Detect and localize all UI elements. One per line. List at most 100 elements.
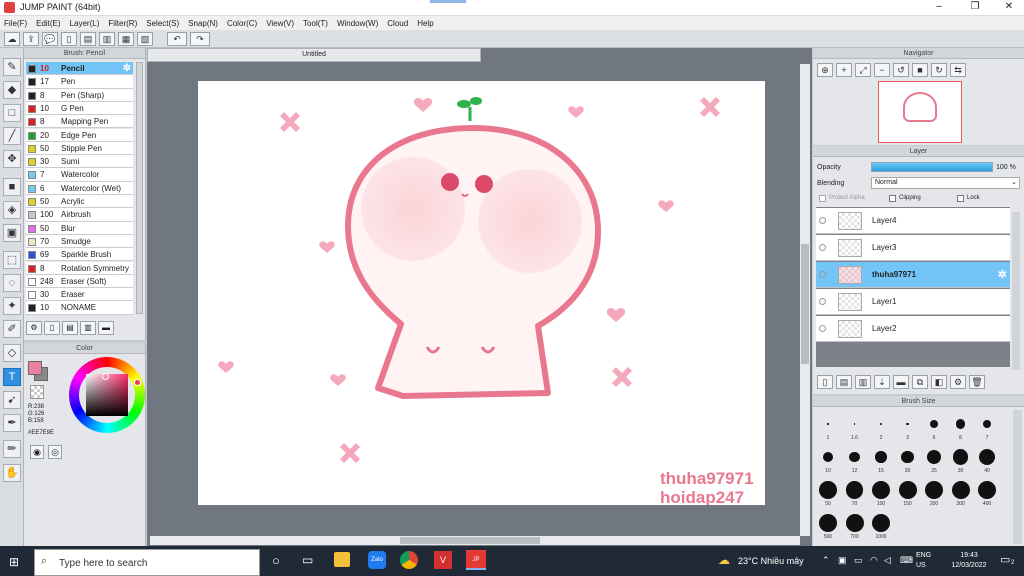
- export-icon[interactable]: ⇪: [23, 31, 39, 46]
- palette-icon[interactable]: ◉: [30, 445, 44, 459]
- flip-icon[interactable]: ⇆: [950, 63, 966, 77]
- brush-size-dot[interactable]: [906, 422, 909, 426]
- foreground-color-swatch[interactable]: [28, 361, 42, 375]
- brush-size-scrollbar[interactable]: [1013, 410, 1022, 544]
- brush-size-dot[interactable]: [901, 450, 914, 464]
- menu-edit[interactable]: Edit(E): [36, 19, 60, 28]
- layer-row[interactable]: Layer1: [816, 289, 1010, 315]
- folder-icon[interactable]: ▬: [893, 375, 909, 389]
- line-tool-icon[interactable]: ╱: [3, 127, 21, 145]
- rotate-right-icon[interactable]: ↻: [931, 63, 947, 77]
- brush-size-dot[interactable]: [819, 481, 837, 499]
- operation-tool-icon[interactable]: ➹: [3, 391, 21, 409]
- gradient-tool-icon[interactable]: ▣: [3, 224, 21, 242]
- menu-snap[interactable]: Snap(N): [188, 19, 218, 28]
- layer-row[interactable]: Layer2: [816, 316, 1010, 342]
- layer-row-selected[interactable]: thuha97971 ✲: [816, 262, 1010, 288]
- palette-add-icon[interactable]: ◎: [48, 445, 62, 459]
- zalo-icon[interactable]: Zalo: [368, 551, 386, 569]
- eye-icon[interactable]: [819, 325, 826, 332]
- protect-alpha-checkbox[interactable]: [819, 195, 826, 202]
- brush-size-dot[interactable]: [955, 419, 966, 429]
- magic-wand-tool-icon[interactable]: ✦: [3, 297, 21, 315]
- eye-icon[interactable]: [819, 271, 826, 278]
- undo-icon[interactable]: ↶: [167, 31, 187, 46]
- brush-size-dot[interactable]: [898, 481, 917, 499]
- brush-copy-icon[interactable]: ▥: [80, 321, 96, 335]
- brush-item[interactable]: 8 Mapping Pen: [26, 115, 133, 129]
- zoom-actual-icon[interactable]: ⤢: [855, 63, 871, 77]
- bucket-tool-icon[interactable]: ◈: [3, 201, 21, 219]
- brush-item[interactable]: 8 Rotation Symmetry: [26, 261, 133, 275]
- brush-item[interactable]: 50 Stipple Pen: [26, 141, 133, 156]
- brush-item[interactable]: 50 Blur: [26, 221, 133, 235]
- pen-tool-icon[interactable]: ✏: [3, 440, 21, 458]
- navigator-preview[interactable]: [878, 81, 962, 143]
- wps-icon[interactable]: V: [434, 551, 452, 569]
- brush-item[interactable]: 17 Pen: [26, 75, 133, 89]
- layer-move-icon[interactable]: ⇣: [874, 375, 890, 389]
- layer-settings-gear-icon[interactable]: ✲: [998, 268, 1007, 281]
- color-picker-marker[interactable]: [102, 373, 109, 380]
- brush-item[interactable]: 20 Edge Pen: [26, 128, 133, 142]
- menu-tool[interactable]: Tool(T): [303, 19, 328, 28]
- jump-paint-taskbar-icon[interactable]: JP: [466, 550, 486, 570]
- select-pen-tool-icon[interactable]: ✐: [3, 320, 21, 338]
- rotate-left-icon[interactable]: ↺: [893, 63, 909, 77]
- menu-layer[interactable]: Layer(L): [70, 19, 100, 28]
- brush-size-dot[interactable]: [853, 423, 856, 425]
- brush-menu-icon[interactable]: ▤: [62, 321, 78, 335]
- new-brush-icon[interactable]: ▯: [44, 321, 60, 335]
- canvas-vertical-scrollbar[interactable]: [800, 64, 810, 536]
- brush-size-dot[interactable]: [872, 514, 890, 532]
- brush-size-dot[interactable]: [929, 419, 939, 429]
- brush-item[interactable]: 6 Watercolor (Wet): [26, 181, 133, 195]
- eyedropper-tool-icon[interactable]: ✒: [3, 414, 21, 432]
- canvas-horizontal-scrollbar[interactable]: [150, 536, 800, 545]
- menu-color[interactable]: Color(C): [227, 19, 257, 28]
- rectangle-tool-icon[interactable]: □: [3, 104, 21, 122]
- hand-tool-icon[interactable]: ✋: [3, 464, 21, 482]
- ime-icon[interactable]: ⌨: [900, 555, 913, 566]
- brush-scrollbar[interactable]: [136, 62, 143, 314]
- brush-item[interactable]: 50 Acrylic: [26, 195, 133, 209]
- volume-icon[interactable]: ◁: [884, 555, 891, 566]
- maximize-icon[interactable]: ❐: [960, 1, 990, 12]
- brush-folder-icon[interactable]: ▬: [98, 321, 114, 335]
- layer-row[interactable]: Layer3: [816, 235, 1010, 261]
- eye-icon[interactable]: [819, 298, 826, 305]
- lasso-tool-icon[interactable]: ◌: [3, 274, 21, 292]
- menu-select[interactable]: Select(S): [146, 19, 179, 28]
- eraser-tool-icon[interactable]: ◆: [3, 81, 21, 99]
- brush-item[interactable]: 7 Watercolor: [26, 168, 133, 182]
- brush-size-dot[interactable]: [978, 481, 996, 499]
- brush-size-dot[interactable]: [875, 451, 887, 463]
- show-hidden-icons-icon[interactable]: ⌃: [822, 555, 830, 566]
- task-view-icon[interactable]: ▭: [302, 553, 313, 567]
- new-layer-icon[interactable]: ▯: [817, 375, 833, 389]
- brush-size-dot[interactable]: [978, 448, 996, 466]
- close-icon[interactable]: ✕: [994, 1, 1024, 12]
- brush-size-dot[interactable]: [982, 419, 992, 429]
- menu-filter[interactable]: Filter(R): [108, 19, 137, 28]
- brush-item[interactable]: 10 G Pen: [26, 101, 133, 116]
- new-layer-folder-icon[interactable]: ▤: [836, 375, 852, 389]
- transparent-color-swatch[interactable]: [30, 385, 44, 399]
- brush-size-dot[interactable]: [845, 514, 864, 532]
- page-settings-icon[interactable]: ▤: [80, 31, 96, 46]
- layer-scrollbar[interactable]: [1012, 212, 1020, 370]
- vertical-scroll-thumb[interactable]: [801, 244, 809, 364]
- chrome-icon[interactable]: [400, 551, 418, 569]
- tray-app-icon[interactable]: ▣: [838, 555, 847, 566]
- merge-layer-icon[interactable]: ⧉: [912, 375, 928, 389]
- saturation-value-square[interactable]: [86, 374, 128, 416]
- network-icon[interactable]: ▭: [854, 555, 863, 566]
- new-page-icon[interactable]: ▯: [61, 31, 77, 46]
- comment-icon[interactable]: 💬: [42, 31, 58, 46]
- brush-item[interactable]: 248 Eraser (Soft): [26, 274, 133, 289]
- clock[interactable]: 19:43 12/03/2022: [942, 551, 996, 571]
- language-indicator[interactable]: ENG US: [916, 551, 931, 571]
- brush-size-dot[interactable]: [823, 452, 833, 462]
- copy-layer-icon[interactable]: ▥: [855, 375, 871, 389]
- layer-settings-icon[interactable]: ⚙: [950, 375, 966, 389]
